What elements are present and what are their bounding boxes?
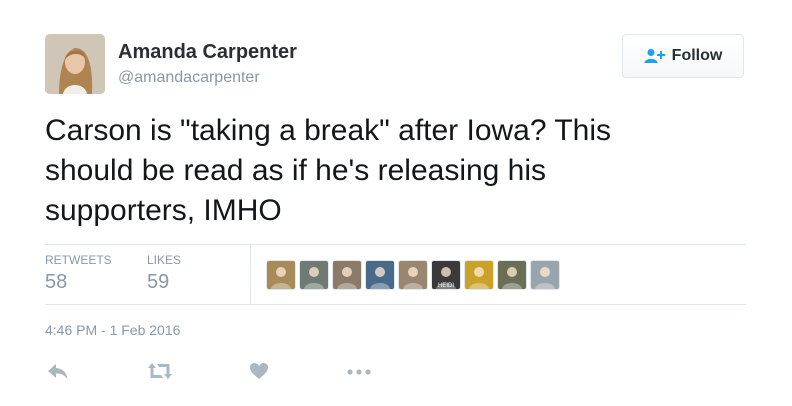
tweet-text: Carson is "taking a break" after Iowa? T… [45, 114, 612, 227]
user-name[interactable]: Amanda Carpenter [118, 41, 297, 64]
liker-avatar[interactable] [365, 260, 395, 290]
more-icon[interactable] [347, 369, 371, 375]
liker-avatar[interactable] [398, 260, 428, 290]
retweet-icon[interactable] [146, 362, 174, 380]
retweets-count: 58 [45, 271, 68, 293]
tweet-timestamp[interactable]: 4:46 PM - 1 Feb 2016 [45, 322, 180, 338]
likers-list: HEIDI [266, 260, 560, 290]
liker-avatar-text: HEIDI [438, 283, 454, 289]
liker-avatar[interactable] [464, 260, 494, 290]
liker-avatar[interactable] [530, 260, 560, 290]
follow-button-label: Follow [671, 47, 723, 64]
liker-avatar[interactable] [266, 260, 296, 290]
avatar[interactable] [45, 34, 105, 94]
reply-icon[interactable] [47, 362, 69, 380]
user-handle[interactable]: @amandacarpenter [118, 69, 260, 87]
likes-label: LIKES [147, 253, 182, 267]
heart-icon[interactable] [249, 362, 269, 380]
likes-count: 59 [147, 271, 170, 293]
likes-stat[interactable]: LIKES 59 [147, 253, 181, 293]
retweets-label: RETWEETS [45, 253, 112, 267]
tweet-stats: RETWEETS 58 LIKES 59 HEIDI [45, 244, 746, 305]
add-user-icon [644, 48, 666, 64]
tweet-actions [45, 360, 385, 388]
liker-avatar[interactable] [497, 260, 527, 290]
liker-avatar[interactable]: HEIDI [431, 260, 461, 290]
stats-divider [250, 245, 251, 304]
liker-avatar[interactable] [299, 260, 329, 290]
liker-avatar[interactable] [332, 260, 362, 290]
retweets-stat[interactable]: RETWEETS 58 [45, 253, 112, 293]
follow-button[interactable]: Follow [622, 34, 744, 78]
